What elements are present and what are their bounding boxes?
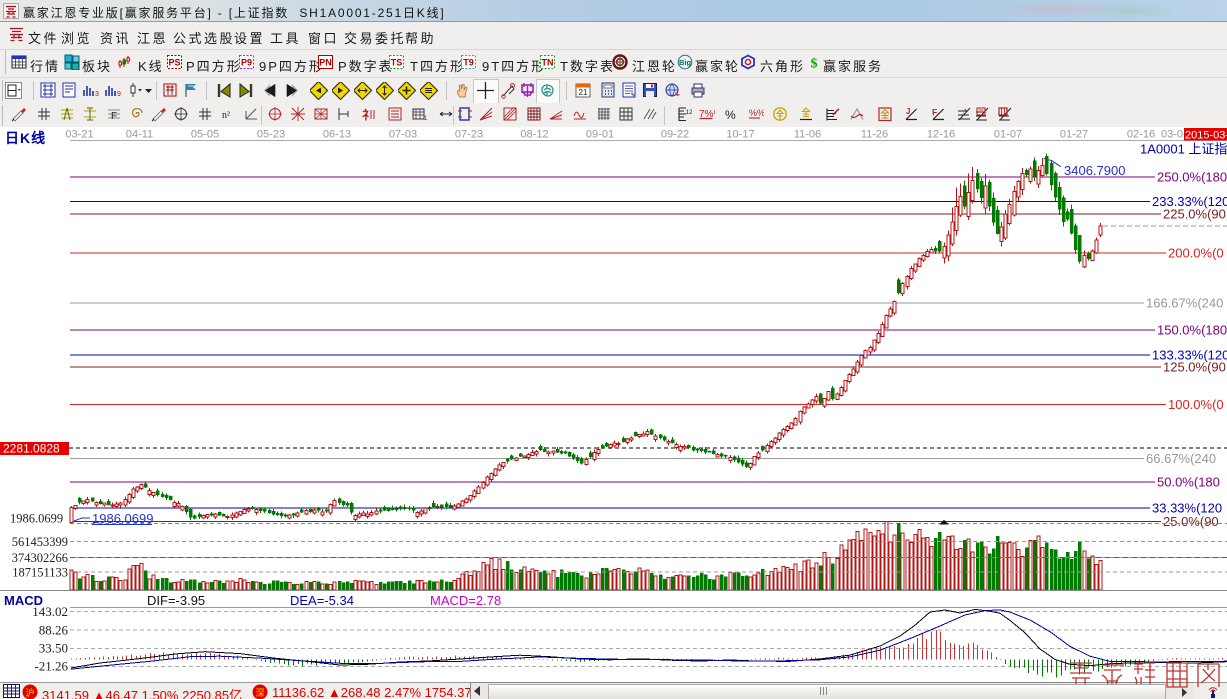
svg-text:$: $ <box>811 57 818 71</box>
svg-text:TN: TN <box>542 58 554 68</box>
svg-text:DIF=-3.95: DIF=-3.95 <box>147 593 205 608</box>
svg-text:深: 深 <box>255 688 264 698</box>
svg-text:沪: 沪 <box>25 687 34 698</box>
svg-text:166.67%(240: 166.67%(240 <box>1146 296 1223 311</box>
svg-text:3406.7900: 3406.7900 <box>1064 163 1125 178</box>
svg-text:J: J <box>963 109 967 116</box>
svg-text:T9: T9 <box>463 58 474 68</box>
svg-text:日K线: 日K线 <box>5 130 46 146</box>
svg-text:150.0%(180: 150.0%(180 <box>1157 323 1227 338</box>
svg-text:%: % <box>725 108 736 122</box>
svg-text:01-07: 01-07 <box>994 129 1022 141</box>
svg-text:TS: TS <box>391 58 403 68</box>
svg-text:12-16: 12-16 <box>927 129 955 141</box>
svg-text:03-21: 03-21 <box>65 129 93 141</box>
svg-text:33.50: 33.50 <box>39 641 68 656</box>
svg-text:MACD=2.78: MACD=2.78 <box>430 593 501 608</box>
svg-text:J: J <box>906 107 910 116</box>
svg-text:05-05: 05-05 <box>191 129 219 141</box>
svg-text:2281.0828: 2281.0828 <box>3 442 60 456</box>
svg-text:PN: PN <box>319 58 332 68</box>
svg-text:3: 3 <box>95 91 99 98</box>
svg-text:P9: P9 <box>241 58 252 68</box>
svg-text:-21.26: -21.26 <box>34 659 68 674</box>
svg-text:50.0%(180: 50.0%(180 <box>1157 475 1220 490</box>
svg-text:88.26: 88.26 <box>39 623 69 638</box>
svg-text:03-0: 03-0 <box>1161 129 1183 141</box>
svg-text:1A0001 上证指数: 1A0001 上证指数 <box>1140 142 1227 157</box>
svg-text:187151133: 187151133 <box>12 566 68 580</box>
svg-text:10-17: 10-17 <box>726 129 754 141</box>
svg-text:21: 21 <box>579 88 588 97</box>
svg-text:04-11: 04-11 <box>126 129 153 141</box>
svg-text:n²: n² <box>222 110 230 121</box>
svg-text:Big: Big <box>679 58 692 67</box>
svg-text:PS: PS <box>168 58 180 68</box>
svg-text:374302266: 374302266 <box>12 551 68 565</box>
svg-text:09-22: 09-22 <box>661 129 689 141</box>
svg-text:1986.0699: 1986.0699 <box>10 512 63 526</box>
svg-text:100.0%(0: 100.0%(0 <box>1168 397 1224 412</box>
svg-text:1986.0699: 1986.0699 <box>92 511 153 526</box>
svg-text:礻: 礻 <box>362 107 374 122</box>
svg-text:2015-03-: 2015-03- <box>1185 130 1227 142</box>
svg-text:02-16: 02-16 <box>1127 129 1155 141</box>
svg-text:125.0%(90: 125.0%(90 <box>1163 360 1226 375</box>
svg-text:1: 1 <box>424 116 428 122</box>
svg-text:11-26: 11-26 <box>861 129 888 141</box>
svg-text:DEA=-5.34: DEA=-5.34 <box>290 593 354 608</box>
svg-text:05-23: 05-23 <box>257 129 285 141</box>
svg-text:%%: %% <box>749 108 764 118</box>
svg-text:01-27: 01-27 <box>1060 129 1088 141</box>
svg-text:06-13: 06-13 <box>323 129 351 141</box>
svg-text:11-06: 11-06 <box>794 129 821 141</box>
svg-text:250.0%(180: 250.0%(180 <box>1157 170 1227 185</box>
svg-text:07-23: 07-23 <box>455 129 483 141</box>
svg-text:225.0%(90: 225.0%(90 <box>1163 207 1226 222</box>
svg-text:66.67%(240: 66.67%(240 <box>1146 451 1216 466</box>
svg-text:25.0%(90: 25.0%(90 <box>1163 514 1219 529</box>
svg-text:08-12: 08-12 <box>520 129 548 141</box>
svg-text:143.02: 143.02 <box>32 604 68 619</box>
svg-text:07-03: 07-03 <box>389 129 417 141</box>
svg-text:200.0%(0: 200.0%(0 <box>1168 246 1224 261</box>
svg-text:123: 123 <box>686 109 693 116</box>
svg-text:9: 9 <box>117 91 121 98</box>
svg-text:09-01: 09-01 <box>586 129 614 141</box>
svg-text:561453399: 561453399 <box>12 535 68 549</box>
svg-text:F: F <box>932 107 937 117</box>
svg-text:F: F <box>111 111 117 122</box>
